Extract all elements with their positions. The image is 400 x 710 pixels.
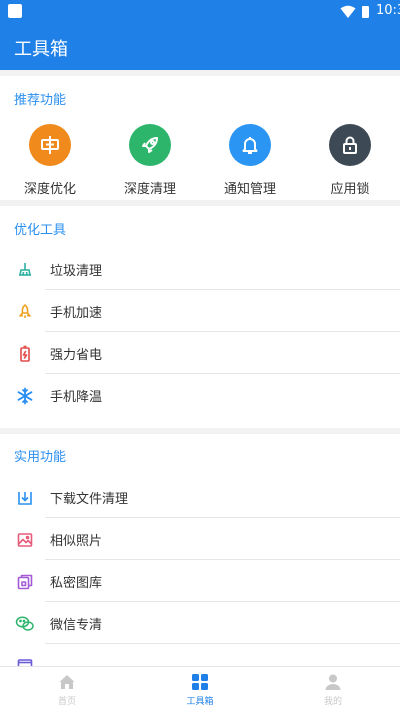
list-item-wechat-clean[interactable]: 微信专清 (0, 602, 400, 644)
status-time: 10:32 (376, 3, 400, 18)
video-icon (15, 656, 35, 666)
list-item-label: 手机降温 (50, 390, 103, 405)
private-gallery-icon (15, 572, 35, 592)
wechat-icon (15, 614, 35, 634)
tab-label: 工具箱 (186, 697, 214, 707)
lock-icon (329, 124, 371, 166)
tab-toolbox[interactable]: 工具箱 (133, 667, 267, 710)
recommended-label: 应用锁 (330, 182, 370, 197)
list-item-label: 垃圾清理 (50, 264, 103, 279)
tab-label: 我的 (323, 697, 342, 707)
deep-optimize-icon (29, 124, 71, 166)
list-item-label: 强力省电 (50, 348, 103, 363)
snowflake-icon (15, 386, 35, 406)
list-item-label: 下载文件清理 (50, 492, 129, 507)
practical-title: 实用功能 (14, 450, 67, 465)
recommended-item-notification[interactable]: 通知管理 (200, 124, 300, 204)
list-item-download-clean[interactable]: 下载文件清理 (0, 476, 400, 518)
grid-icon (192, 674, 208, 690)
practical-section: 实用功能 下载文件清理 相似照片 私密图库 微信专清 (0, 434, 400, 666)
list-item-phone-boost[interactable]: 手机加速 (0, 290, 400, 332)
recommended-section: 推荐功能 深度优化 深度清理 通知管理 应用锁 (0, 76, 400, 200)
list-item-similar-photos[interactable]: 相似照片 (0, 518, 400, 560)
rocket-outline-icon (15, 302, 35, 322)
tab-home[interactable]: 首页 (0, 667, 134, 710)
status-bar: 10:32 (0, 0, 400, 24)
list-item-label: 手机加速 (50, 306, 103, 321)
tab-label: 首页 (57, 697, 76, 707)
list-item-phone-cool[interactable]: 手机降温 (0, 374, 400, 416)
rocket-icon (129, 124, 171, 166)
list-item-partial[interactable] (0, 644, 400, 666)
recommended-item-deep-optimize[interactable]: 深度优化 (0, 124, 100, 204)
recommended-item-app-lock[interactable]: 应用锁 (300, 124, 400, 204)
list-item-junk-clean[interactable]: 垃圾清理 (0, 248, 400, 290)
list-item-label: 微信专清 (50, 618, 103, 633)
recommended-label: 深度优化 (23, 182, 76, 197)
battery-status-icon (362, 6, 369, 18)
recommended-title: 推荐功能 (14, 93, 67, 108)
bottom-tab-bar: 首页 工具箱 我的 (0, 666, 400, 710)
person-icon (325, 674, 341, 690)
image-icon (15, 530, 35, 550)
list-item-power-save[interactable]: 强力省电 (0, 332, 400, 374)
broom-icon (15, 260, 35, 280)
bell-icon (229, 124, 271, 166)
recommended-item-deep-clean[interactable]: 深度清理 (100, 124, 200, 204)
optimize-tools-title: 优化工具 (14, 223, 67, 238)
optimize-tools-section: 优化工具 垃圾清理 手机加速 强力省电 手机降温 (0, 206, 400, 428)
recommended-label: 通知管理 (223, 182, 276, 197)
download-icon (15, 488, 35, 508)
recommended-label: 深度清理 (123, 182, 176, 197)
tab-mine[interactable]: 我的 (266, 667, 400, 710)
list-item-label: 私密图库 (50, 576, 103, 591)
list-item-private-gallery[interactable]: 私密图库 (0, 560, 400, 602)
list-item-label: 相似照片 (50, 534, 103, 549)
wifi-icon (340, 5, 356, 18)
app-bar: 工具箱 (0, 24, 400, 70)
home-icon (59, 675, 75, 689)
notification-icon (8, 4, 22, 18)
battery-icon (15, 344, 35, 364)
page-title: 工具箱 (14, 39, 68, 60)
